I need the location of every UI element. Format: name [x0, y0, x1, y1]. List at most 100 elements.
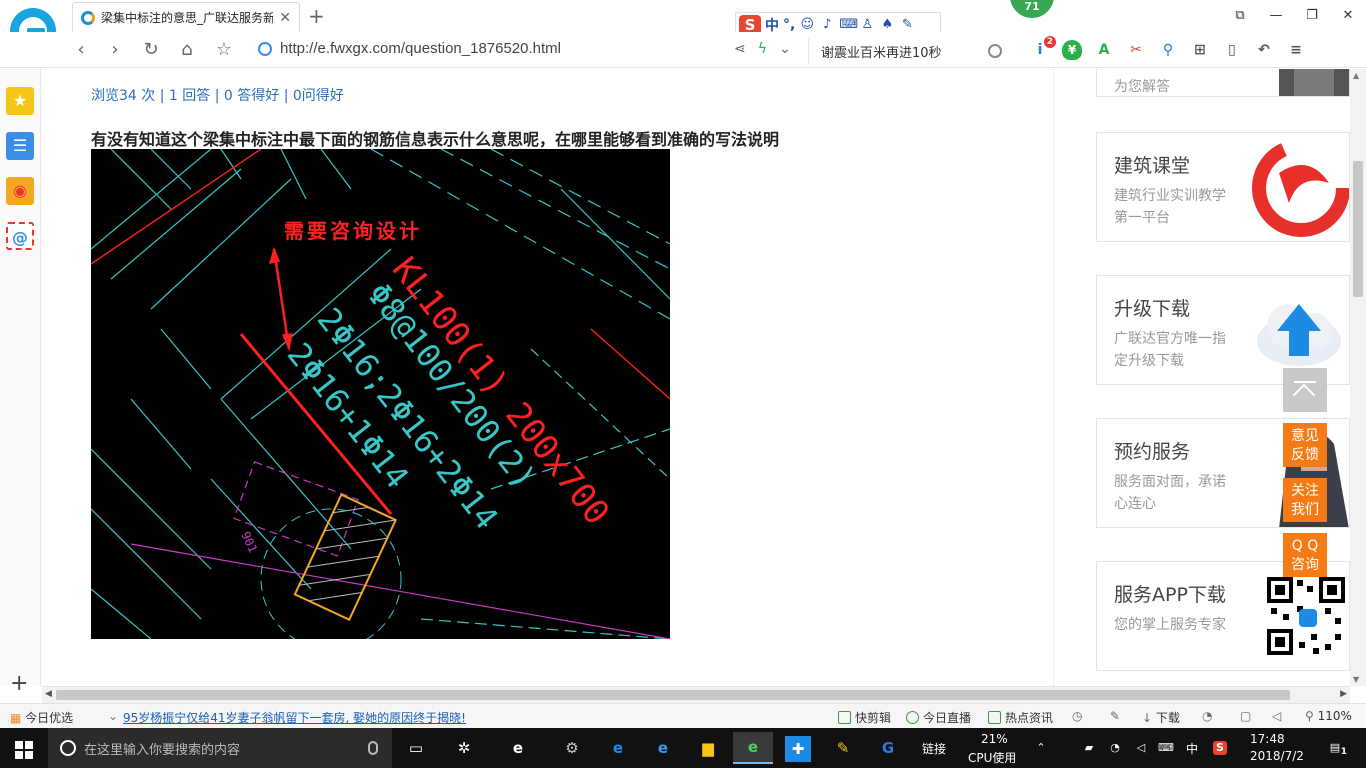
pin-window-icon[interactable]: ⧉ [1222, 0, 1258, 32]
search-input[interactable]: 谢震业百米再进10秒 [821, 42, 988, 61]
user-icon[interactable]: ♙ [859, 17, 875, 33]
volume-icon[interactable]: ◁ [1134, 741, 1148, 755]
taskbar-search-input[interactable]: 在这里输入你要搜索的内容 [84, 739, 368, 758]
notification-icon[interactable]: ▤ 1 [1325, 741, 1347, 757]
answers-count[interactable]: 1 回答 [169, 88, 210, 104]
qq-consult-button[interactable]: Q Q 咨询 [1283, 533, 1327, 577]
emoji-icon[interactable]: ☺ [799, 17, 815, 33]
zoom-level[interactable]: ⚲ 110% [1305, 709, 1352, 723]
quick-clip[interactable]: 快剪辑 [838, 709, 891, 726]
skin-icon[interactable]: ♠ [879, 17, 895, 33]
cad-screenshot[interactable]: 901 KL100(1) 200x700 Φ8@100/200(2) 2Φ16;… [91, 149, 670, 639]
device-icon[interactable]: ▯ [1222, 40, 1242, 60]
task-view-icon[interactable]: ▭ [396, 732, 436, 764]
network-icon[interactable]: ◔ [1108, 741, 1122, 755]
g-app-icon[interactable]: G [868, 732, 908, 764]
speed-icon[interactable]: ◷ [1072, 709, 1082, 723]
browser-icon[interactable]: ◔ [1202, 709, 1212, 723]
feedback-button[interactable]: 意见 反馈 [1283, 423, 1327, 467]
edge-icon[interactable]: e [598, 732, 638, 764]
follow-us-button[interactable]: 关注 我们 [1283, 478, 1327, 522]
active-tab[interactable]: 梁集中标注的意思_广联达服务新 ✕ [72, 2, 300, 32]
vertical-scrollbar[interactable]: ▲ ▼ [1350, 69, 1366, 686]
home-button[interactable]: ⌂ [176, 39, 198, 61]
microphone-icon[interactable] [368, 741, 378, 755]
news-ticker-link[interactable]: 95岁杨振宁仅给41岁妻子翁帆留下一套房, 娶她的原因终于揭晓! [123, 709, 466, 726]
tool-icon[interactable]: ✎ [1110, 709, 1120, 723]
address-bar[interactable]: http://e.fwxgx.com/question_1876520.html [258, 40, 561, 57]
ip-extension-icon[interactable]: i2 [1030, 36, 1056, 60]
window-icon[interactable]: ▢ [1240, 709, 1251, 723]
scroll-left-icon[interactable]: ◀ [45, 689, 52, 699]
voice-icon[interactable]: ♪ [819, 17, 835, 33]
score-badge[interactable]: 71 [1010, 0, 1054, 18]
scissors-icon[interactable]: ✂ [1126, 40, 1146, 60]
undo-icon[interactable]: ↶ [1254, 40, 1274, 60]
input-language[interactable]: 中 [1186, 740, 1198, 757]
maximize-button[interactable]: ❐ [1294, 0, 1330, 32]
vertical-scroll-thumb[interactable] [1353, 161, 1363, 297]
refresh-button[interactable]: ↻ [140, 39, 162, 61]
notes-app-icon[interactable]: ✎ [823, 732, 863, 764]
clock-time[interactable]: 17:48 [1250, 732, 1285, 746]
wrench-icon[interactable]: ✎ [899, 17, 915, 33]
tray-app-icon[interactable]: ▰ [1082, 741, 1096, 755]
ie-icon[interactable]: e [643, 732, 683, 764]
sogou-tray-icon[interactable]: S [1213, 741, 1227, 755]
views-count[interactable]: 浏览34 次 [91, 88, 155, 104]
back-button[interactable]: ‹ [70, 39, 92, 61]
tab-close-icon[interactable]: ✕ [279, 10, 291, 26]
sidebar-card-app-download[interactable]: 服务APP下载 您的掌上服务专家 [1096, 561, 1350, 671]
clock-date[interactable]: 2018/7/2 [1250, 749, 1304, 763]
mail-icon[interactable]: @ [6, 222, 34, 250]
menu-icon[interactable]: ≡ [1286, 40, 1306, 60]
site-security-icon[interactable] [258, 41, 272, 56]
service-card-top[interactable]: 为您解答 [1096, 69, 1350, 97]
ime-punctuation[interactable]: °, [783, 17, 795, 33]
shield-icon[interactable]: ¥ [1062, 40, 1082, 60]
weibo-icon[interactable]: ◉ [6, 177, 34, 205]
lightning-icon[interactable]: ϟ [758, 41, 767, 57]
new-tab-button[interactable]: + [308, 4, 325, 28]
sidebar-card-classroom[interactable]: 建筑课堂 建筑行业实训教学第一平台 [1096, 132, 1350, 242]
scroll-down-icon[interactable]: ▼ [1353, 675, 1359, 684]
share-icon[interactable]: ⋖ [734, 41, 746, 57]
browser-taskbar-icon[interactable]: e [733, 732, 773, 764]
today-pick[interactable]: ▦ 今日优选 [10, 709, 73, 726]
downloads[interactable]: ↓ 下载 [1142, 709, 1180, 726]
gear-app-icon[interactable]: ⚙ [552, 732, 592, 764]
dropdown-icon[interactable]: ⌄ [779, 41, 791, 57]
close-button[interactable]: ✕ [1330, 0, 1366, 32]
bookmark-star-button[interactable]: ☆ [213, 39, 235, 61]
favorites-icon[interactable]: ★ [6, 87, 34, 115]
scroll-right-icon[interactable]: ▶ [1340, 689, 1347, 699]
search-box[interactable]: 谢震业百米再进10秒 [808, 38, 1008, 64]
reading-list-icon[interactable]: ☰ [6, 132, 34, 160]
horizontal-scroll-thumb[interactable] [56, 690, 1290, 700]
news-chevron-icon[interactable]: ⌄ [108, 709, 118, 723]
start-button[interactable] [0, 728, 48, 768]
magnifier-icon[interactable]: ⚲ [1158, 40, 1178, 60]
e-browser-icon[interactable]: e [498, 732, 538, 764]
keyboard-icon[interactable]: ⌨ [1156, 741, 1176, 755]
keyboard-icon[interactable]: ⌨ [839, 17, 858, 33]
pinwheel-app-icon[interactable]: ✲ [444, 732, 484, 764]
good-questions-count[interactable]: 0问得好 [293, 88, 344, 104]
scroll-up-icon[interactable]: ▲ [1353, 71, 1359, 80]
translate-icon[interactable]: A [1094, 40, 1114, 60]
today-live[interactable]: 今日直播 [906, 709, 971, 726]
file-explorer-icon[interactable]: ▆ [688, 732, 728, 764]
tray-expand-icon[interactable]: ⌃ [1034, 741, 1048, 755]
horizontal-scrollbar[interactable]: ◀ ▶ [42, 686, 1350, 703]
taskbar-search[interactable]: 在这里输入你要搜索的内容 [48, 728, 392, 768]
back-to-top-button[interactable] [1283, 368, 1327, 412]
sound-icon[interactable]: ◁ [1272, 709, 1281, 723]
links-toolbar[interactable]: 链接 [922, 740, 946, 757]
add-sidebar-button[interactable]: + [10, 671, 28, 696]
search-icon[interactable] [988, 44, 1002, 58]
hot-news[interactable]: 热点资讯 [988, 709, 1053, 726]
url-text[interactable]: http://e.fwxgx.com/question_1876520.html [280, 40, 561, 57]
minimize-button[interactable]: — [1258, 0, 1294, 32]
good-answers-count[interactable]: 0 答得好 [224, 88, 279, 104]
apps-icon[interactable]: ⊞ [1190, 40, 1210, 60]
